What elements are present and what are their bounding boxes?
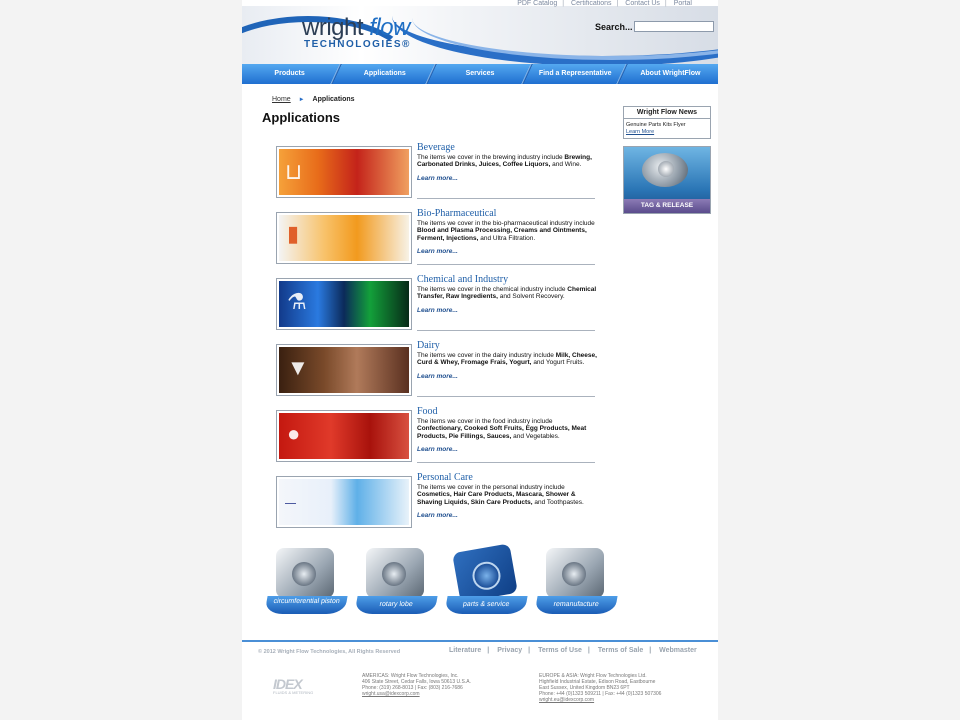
idex-subtitle: FLUIDS & METERING: [273, 690, 314, 695]
copyright: © 2012 Wright Flow Technologies, All Rig…: [258, 649, 401, 655]
bio-pharmaceutical-thumbnail[interactable]: ▮: [276, 212, 412, 264]
learn-more-link[interactable]: Learn more...: [417, 373, 597, 380]
application-bio-pharmaceutical: ▮ Bio-Pharmaceutical The items we cover …: [276, 208, 597, 272]
toplink-certifications[interactable]: Certifications: [571, 0, 611, 7]
nav-find-representative[interactable]: Find a Representative: [519, 64, 623, 84]
footer-link-privacy[interactable]: Privacy: [497, 647, 522, 654]
tag-release-label: TAG & RELEASE: [624, 199, 710, 213]
americas-address: AMERICAS: Wright Flow Technologies, Inc.…: [362, 673, 471, 697]
footer-link-webmaster[interactable]: Webmaster: [659, 647, 697, 654]
europe-email-link[interactable]: wright.eu@idexcorp.com: [539, 697, 661, 703]
nav-products[interactable]: Products: [242, 64, 337, 84]
cup-icon: ⊔: [285, 159, 303, 184]
beverage-thumbnail[interactable]: ⊔: [276, 146, 412, 198]
application-description: The items we cover in the food industry …: [417, 418, 587, 440]
breadcrumb-home[interactable]: Home: [272, 96, 291, 103]
remanufacture-label: remanufacture: [534, 596, 618, 614]
divider: [417, 330, 595, 331]
divider: [417, 396, 595, 397]
logo-word-wright: wright: [302, 14, 364, 41]
news-learn-more-link[interactable]: Learn More: [626, 129, 708, 136]
breadcrumb-arrow-icon: ►: [298, 97, 305, 103]
search-input[interactable]: [633, 21, 714, 32]
remanufacture-link[interactable]: remanufacture: [534, 548, 618, 618]
news-title: Wright Flow News: [624, 107, 710, 119]
chemical-industry-thumbnail[interactable]: ⚗: [276, 278, 412, 330]
application-title[interactable]: Bio-Pharmaceutical: [417, 208, 597, 219]
application-beverage: ⊔ Beverage The items we cover in the bre…: [276, 142, 597, 206]
europe-address: EUROPE & ASIA: Wright Flow Technologies …: [539, 673, 662, 703]
learn-more-link[interactable]: Learn more...: [417, 248, 597, 255]
circumferential-piston-link[interactable]: circumferential piston: [264, 548, 348, 618]
top-utility-links: PDF Catalog | Certifications | Contact Us |…: [517, 0, 692, 7]
application-title[interactable]: Beverage: [417, 142, 597, 153]
application-title[interactable]: Chemical and Industry: [417, 274, 597, 285]
application-description: The items we cover in the personal indus…: [417, 484, 584, 506]
application-title[interactable]: Food: [417, 406, 597, 417]
tag-release-banner[interactable]: TAG & RELEASE: [623, 146, 711, 214]
americas-email-link[interactable]: wright.usa@idexcorp.com: [362, 691, 471, 697]
nav-about[interactable]: About WrightFlow: [614, 64, 718, 84]
ice-cream-icon: ▼: [287, 355, 309, 380]
parts-kit-icon: [452, 543, 518, 603]
toplink-contact-us[interactable]: Contact Us: [625, 0, 660, 7]
pump-icon: [366, 548, 424, 598]
rotary-lobe-label: rotary lobe: [354, 596, 438, 614]
learn-more-link[interactable]: Learn more...: [417, 307, 597, 314]
footer-link-literature[interactable]: Literature: [449, 647, 481, 654]
logo-technologies: TECHNOLOGIES®: [304, 39, 411, 50]
rotary-lobe-link[interactable]: rotary lobe: [354, 548, 438, 618]
learn-more-link[interactable]: Learn more...: [417, 446, 597, 453]
application-personal-care: ⎯ Personal Care The items we cover in th…: [276, 472, 597, 536]
toplink-portal[interactable]: Portal: [674, 0, 692, 7]
nav-applications[interactable]: Applications: [329, 64, 432, 84]
learn-more-link[interactable]: Learn more...: [417, 175, 597, 182]
pump-icon: [546, 548, 604, 598]
application-description: The items we cover in the bio-pharmaceut…: [417, 220, 595, 242]
circumferential-piston-label: circumferential piston: [264, 596, 348, 614]
news-item: Genuine Parts Kits Flyer: [626, 122, 686, 128]
search-label: Search...: [595, 21, 633, 32]
toothbrush-icon: ⎯: [285, 489, 297, 514]
page-title: Applications: [262, 110, 341, 125]
pump-port: [658, 161, 674, 177]
logo-word-flow: flow: [369, 14, 410, 41]
pump-icon: [276, 548, 334, 598]
food-thumbnail[interactable]: ●: [276, 410, 412, 462]
capsule-icon: ▮: [287, 221, 300, 246]
news-box: Wright Flow News Genuine Parts Kits Flye…: [623, 106, 711, 139]
toplink-pdf-catalog[interactable]: PDF Catalog: [517, 0, 557, 7]
divider: [417, 264, 595, 265]
idex-logo[interactable]: IDEX FLUIDS & METERING: [273, 676, 323, 695]
nav-services[interactable]: Services: [424, 64, 527, 84]
application-description: The items we cover in the brewing indust…: [417, 154, 592, 169]
dairy-thumbnail[interactable]: ▼: [276, 344, 412, 396]
search-form: Search... GO: [595, 21, 718, 32]
wright-flow-logo[interactable]: wright flow TECHNOLOGIES®: [302, 14, 411, 50]
application-food: ● Food The items we cover in the food in…: [276, 406, 597, 470]
flask-icon: ⚗: [287, 289, 307, 314]
footer-link-terms-of-use[interactable]: Terms of Use: [538, 647, 582, 654]
parts-service-label: parts & service: [444, 596, 528, 614]
footer-links: Literature | Privacy | Terms of Use | Terms…: [449, 647, 697, 654]
footer-link-terms-of-sale[interactable]: Terms of Sale: [598, 647, 643, 654]
apple-icon: ●: [287, 421, 301, 446]
breadcrumb: Home ► Applications: [272, 96, 355, 103]
breadcrumb-current: Applications: [312, 96, 355, 103]
divider: [417, 198, 595, 199]
page-container: wright flow TECHNOLOGIES® Search... GO P…: [242, 0, 718, 720]
application-description: The items we cover in the dairy industry…: [417, 352, 597, 367]
application-chemical-industry: ⚗ Chemical and Industry The items we cov…: [276, 274, 597, 338]
application-dairy: ▼ Dairy The items we cover in the dairy …: [276, 340, 597, 404]
footer-divider: [242, 640, 718, 642]
personal-care-thumbnail[interactable]: ⎯: [276, 476, 412, 528]
application-title[interactable]: Dairy: [417, 340, 597, 351]
application-title[interactable]: Personal Care: [417, 472, 597, 483]
main-navigation: Products Applications Services Find a Re…: [242, 64, 718, 84]
divider: [417, 462, 595, 463]
learn-more-link[interactable]: Learn more...: [417, 512, 597, 519]
parts-service-link[interactable]: parts & service: [444, 543, 528, 618]
application-description: The items we cover in the chemical indus…: [417, 286, 597, 301]
site-header: wright flow TECHNOLOGIES® Search... GO: [242, 6, 718, 64]
